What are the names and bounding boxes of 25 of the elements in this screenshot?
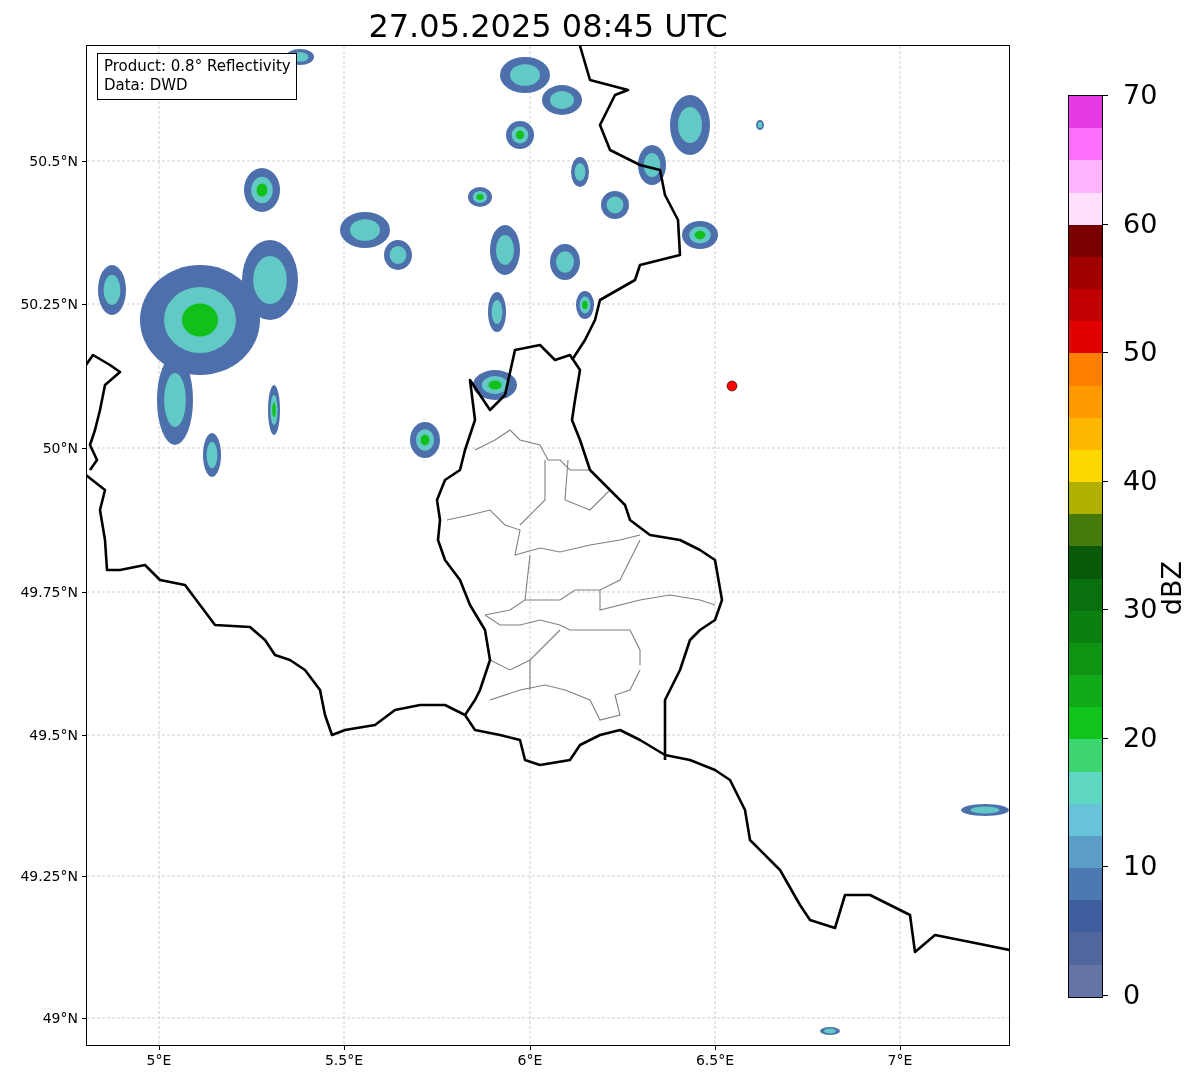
colorbar-tick-label: 30 <box>1123 594 1158 625</box>
colorbar-tick-label: 50 <box>1123 337 1158 368</box>
colorbar-tick-label: 10 <box>1123 851 1158 882</box>
colorbar-tick-label: 40 <box>1123 465 1158 496</box>
latitude-label: 50.5°N <box>29 153 78 169</box>
longitude-label: 6°E <box>517 1052 543 1068</box>
latitude-label: 49°N <box>42 1010 78 1026</box>
longitude-label: 5.5°E <box>324 1052 364 1068</box>
colorbar-tick-label: 0 <box>1123 980 1141 1010</box>
info-text: Data: DWD <box>104 76 189 95</box>
longitude-label: 6.5°E <box>695 1052 735 1068</box>
figure-title: 27.05.2025 08:45 UTC <box>367 6 729 45</box>
latitude-label: 49.25°N <box>20 868 78 884</box>
colorbar-tick-label: 70 <box>1123 80 1158 110</box>
location-marker <box>726 380 738 392</box>
longitude-label: 5°E <box>146 1052 172 1068</box>
latitude-label: 49.75°N <box>20 584 78 600</box>
colorbar-tick-label: 20 <box>1123 722 1158 753</box>
latitude-label: 50.25°N <box>20 296 78 312</box>
latitude-label: 50°N <box>42 440 78 456</box>
colorbar-tick-label: 60 <box>1123 208 1158 239</box>
colorbar-label: dBZ <box>1157 560 1187 616</box>
longitude-label: 7°E <box>887 1052 913 1068</box>
info-text: Product: 0.8° Reflectivity <box>104 57 291 76</box>
latitude-label: 49.5°N <box>29 727 78 743</box>
